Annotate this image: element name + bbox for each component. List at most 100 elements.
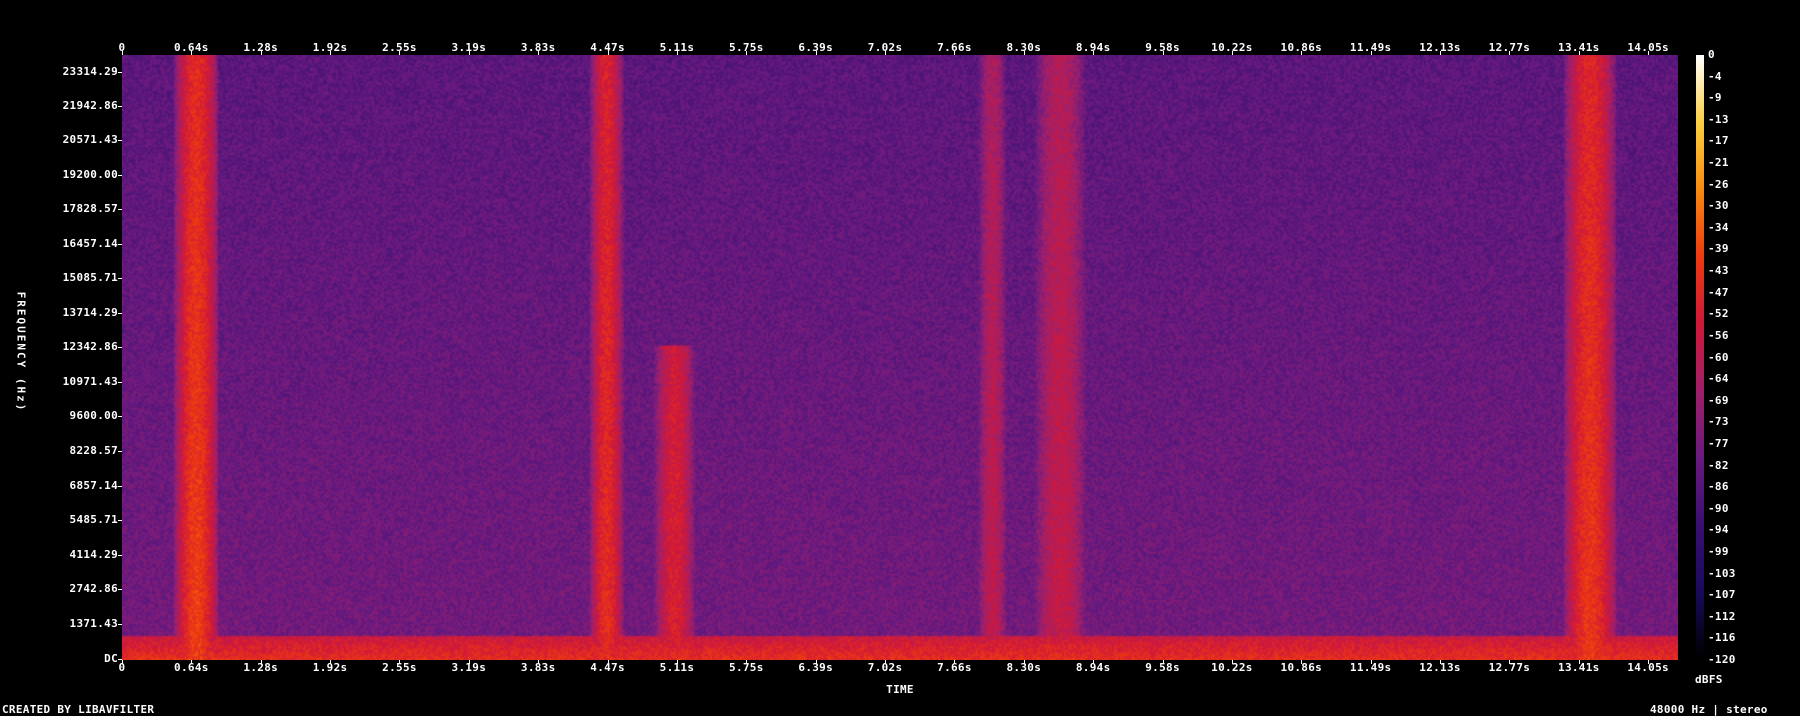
x-tick-mark — [676, 660, 678, 664]
colorbar-tick-label: -77 — [1708, 436, 1729, 450]
colorbar-tick-label: -56 — [1708, 328, 1729, 342]
y-tick-label: 20571.43 — [62, 133, 118, 146]
x-tick-mark — [468, 660, 470, 664]
colorbar-tick-label: -120 — [1708, 653, 1736, 666]
x-tick-mark — [815, 660, 817, 664]
x-tick-mark — [1301, 660, 1303, 664]
x-tick-mark — [1578, 51, 1580, 55]
x-tick-mark — [1162, 51, 1164, 55]
y-tick-label: 2742.86 — [69, 582, 118, 595]
y-tick-mark — [118, 416, 122, 417]
x-tick-mark — [1440, 660, 1442, 664]
x-tick-mark — [538, 660, 540, 664]
y-tick-mark — [118, 244, 122, 245]
x-tick-mark — [330, 660, 332, 664]
y-tick-mark — [118, 624, 122, 625]
colorbar-tick-label: -69 — [1708, 393, 1729, 407]
colorbar-tick-label: -94 — [1708, 523, 1729, 537]
y-tick-mark — [118, 209, 122, 210]
x-tick-mark — [607, 660, 609, 664]
y-tick-label: 1371.43 — [69, 617, 118, 630]
x-tick-mark — [1648, 51, 1650, 55]
y-tick-label: DC — [104, 652, 118, 665]
x-tick-mark — [676, 51, 678, 55]
colorbar-tick-label: -39 — [1708, 242, 1729, 256]
x-tick-mark — [1440, 51, 1442, 55]
x-tick-mark — [746, 51, 748, 55]
x-tick-mark — [1023, 51, 1025, 55]
colorbar-tick-label: -60 — [1708, 350, 1729, 364]
colorbar-tick-label: -73 — [1708, 415, 1729, 429]
y-tick-mark — [118, 589, 122, 590]
y-tick-mark — [118, 451, 122, 452]
x-tick-mark — [468, 51, 470, 55]
colorbar-tick-label: -99 — [1708, 544, 1729, 558]
x-tick-mark — [1578, 660, 1580, 664]
y-tick-label: 23314.29 — [62, 65, 118, 78]
y-tick-mark — [118, 106, 122, 107]
y-tick-mark — [118, 486, 122, 487]
y-tick-label: 8228.57 — [69, 444, 118, 457]
colorbar-unit: dBFS — [1695, 673, 1723, 686]
x-tick-mark — [1023, 660, 1025, 664]
colorbar-tick-label: -103 — [1708, 566, 1736, 580]
y-tick-label: 4114.29 — [69, 548, 118, 561]
x-tick-mark — [1231, 660, 1233, 664]
colorbar-tick-label: -21 — [1708, 156, 1729, 170]
x-tick-mark — [260, 660, 262, 664]
x-tick-mark — [538, 51, 540, 55]
x-axis-label: TIME — [886, 683, 914, 696]
x-tick-mark — [122, 51, 123, 55]
x-tick-mark — [191, 51, 193, 55]
x-tick-mark — [1093, 660, 1095, 664]
y-tick-mark — [118, 520, 122, 521]
colorbar-tick-label: -9 — [1708, 91, 1722, 105]
colorbar-tick-label: -47 — [1708, 285, 1729, 299]
x-tick-mark — [885, 51, 887, 55]
x-tick-mark — [746, 660, 748, 664]
x-tick-mark — [330, 51, 332, 55]
x-tick-mark — [1093, 51, 1095, 55]
y-tick-label: 6857.14 — [69, 479, 118, 492]
y-tick-mark — [118, 278, 122, 279]
x-tick-mark — [954, 660, 956, 664]
colorbar-tick-label: -82 — [1708, 458, 1729, 472]
y-tick-mark — [118, 313, 122, 314]
colorbar-tick-label: -90 — [1708, 501, 1729, 515]
x-tick-mark — [122, 660, 123, 664]
colorbar-tick-label: -64 — [1708, 372, 1729, 386]
credit-text: CREATED BY LIBAVFILTER — [2, 703, 155, 716]
y-tick-mark — [118, 382, 122, 383]
x-tick-mark — [1509, 51, 1511, 55]
y-tick-label: 21942.86 — [62, 99, 118, 112]
colorbar-tick-label: -34 — [1708, 220, 1729, 234]
x-tick-mark — [399, 51, 401, 55]
x-tick-mark — [815, 51, 817, 55]
y-tick-mark — [118, 659, 122, 660]
y-tick-mark — [118, 175, 122, 176]
x-tick-mark — [607, 51, 609, 55]
y-tick-label: 16457.14 — [62, 237, 118, 250]
colorbar-tick-label: -112 — [1708, 609, 1736, 623]
y-tick-mark — [118, 72, 122, 73]
spectrogram-plot — [122, 55, 1678, 660]
x-tick-mark — [1370, 660, 1372, 664]
y-tick-label: 5485.71 — [69, 513, 118, 526]
colorbar-tick-label: -43 — [1708, 264, 1729, 278]
format-text: 48000 Hz | stereo — [1650, 703, 1768, 716]
colorbar — [1696, 55, 1704, 660]
colorbar-tick-label: -107 — [1708, 588, 1736, 602]
y-tick-mark — [118, 140, 122, 141]
colorbar-tick-label: -17 — [1708, 134, 1729, 148]
x-tick-mark — [954, 51, 956, 55]
x-tick-mark — [1648, 660, 1650, 664]
x-tick-mark — [399, 660, 401, 664]
x-tick-mark — [191, 660, 193, 664]
x-tick-mark — [1301, 51, 1303, 55]
colorbar-tick-label: -26 — [1708, 177, 1729, 191]
colorbar-tick-label: -4 — [1708, 69, 1722, 83]
y-tick-label: 15085.71 — [62, 271, 118, 284]
colorbar-tick-label: -13 — [1708, 112, 1729, 126]
colorbar-tick-label: 0 — [1708, 48, 1715, 61]
y-tick-label: 17828.57 — [62, 202, 118, 215]
